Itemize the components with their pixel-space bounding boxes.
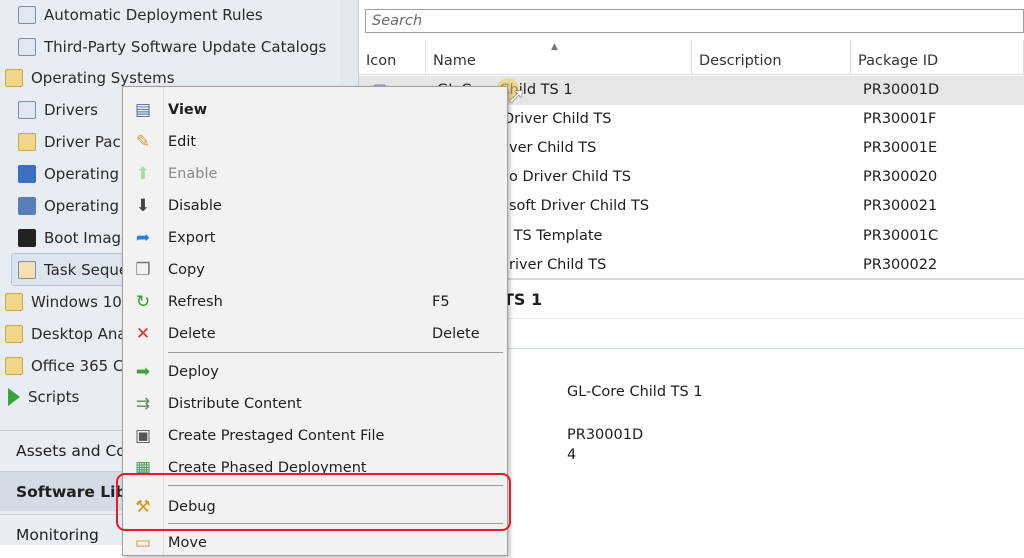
details-value: 4 xyxy=(567,447,577,463)
down-arrow-icon: ⬇ xyxy=(135,196,151,216)
deploy-icon: ➡ xyxy=(135,362,151,382)
search-input[interactable]: Search xyxy=(365,9,1024,33)
view-icon: ▤ xyxy=(134,100,152,120)
tree-item-office-365[interactable]: Office 365 Cl xyxy=(5,352,128,380)
folder-icon xyxy=(5,293,23,311)
tree-item-operating-system-installers[interactable]: Operating S xyxy=(18,192,133,220)
menu-item-edit[interactable]: ✎ Edit xyxy=(123,127,507,157)
tree-item-task-sequences[interactable]: Task Seque xyxy=(18,256,128,284)
menu-item-copy[interactable]: ❐ Copy xyxy=(123,255,507,285)
driver-package-icon xyxy=(18,133,36,151)
tree-item-driver-packages[interactable]: Driver Pack xyxy=(18,128,129,156)
pencil-icon: ✎ xyxy=(135,132,151,152)
copy-icon: ❐ xyxy=(135,260,151,280)
details-name-value: GL-Core Child TS 1 xyxy=(567,384,703,400)
catalog-icon xyxy=(18,38,36,56)
folder-icon xyxy=(5,69,23,87)
menu-item-distribute-content[interactable]: ⇉ Distribute Content xyxy=(123,389,507,419)
prestaged-icon: ▣ xyxy=(134,426,152,446)
menu-separator xyxy=(168,352,503,353)
task-sequence-icon xyxy=(18,261,36,279)
boot-image-icon xyxy=(18,229,36,247)
menu-item-delete[interactable]: ✕ Delete Delete xyxy=(123,319,507,349)
move-icon: ▭ xyxy=(134,533,152,553)
table-header: Icon Name ▲ Description Package ID xyxy=(359,40,1024,75)
menu-item-view[interactable]: ▤ View xyxy=(123,95,507,125)
tree-item-boot-images[interactable]: Boot Image xyxy=(18,224,130,252)
delete-icon: ✕ xyxy=(135,324,151,344)
tree-item-automatic-deployment-rules[interactable]: Automatic Deployment Rules xyxy=(18,1,263,29)
menu-item-deploy[interactable]: ➡ Deploy xyxy=(123,357,507,387)
distribute-icon: ⇉ xyxy=(135,394,151,414)
folder-icon xyxy=(5,325,23,343)
menu-item-enable: ⬆ Enable xyxy=(123,159,507,189)
sort-ascending-icon: ▲ xyxy=(551,42,558,52)
menu-item-disable[interactable]: ⬇ Disable xyxy=(123,191,507,221)
refresh-icon: ↻ xyxy=(135,292,151,312)
tree-item-scripts[interactable]: Scripts xyxy=(8,383,79,411)
column-icon[interactable]: Icon xyxy=(359,40,426,75)
menu-item-create-prestaged-content[interactable]: ▣ Create Prestaged Content File xyxy=(123,421,507,451)
details-package-id-value: PR30001D xyxy=(567,427,644,443)
column-package-id[interactable]: Package ID xyxy=(851,40,1024,75)
os-installer-icon xyxy=(18,197,36,215)
tree-item-third-party-catalogs[interactable]: Third-Party Software Update Catalogs xyxy=(18,33,326,61)
export-icon: ➦ xyxy=(135,228,151,248)
tree-item-operating-system-images[interactable]: Operating S xyxy=(18,160,133,188)
menu-item-move[interactable]: ▭ Move xyxy=(123,528,507,558)
tree-item-windows-10[interactable]: Windows 10 xyxy=(5,288,122,316)
folder-icon xyxy=(5,357,23,375)
mouse-cursor-icon: ➚ xyxy=(507,84,526,109)
os-image-icon xyxy=(18,165,36,183)
scripts-icon xyxy=(8,388,20,406)
tree-item-drivers[interactable]: Drivers xyxy=(18,96,98,124)
details-title: TS 1 xyxy=(503,290,543,309)
menu-item-export[interactable]: ➦ Export xyxy=(123,223,507,253)
menu-item-refresh[interactable]: ↻ Refresh F5 xyxy=(123,287,507,317)
tree-item-desktop-analytics[interactable]: Desktop Ana xyxy=(5,320,127,348)
up-arrow-icon: ⬆ xyxy=(135,164,151,184)
driver-icon xyxy=(18,101,36,119)
debug-highlight-box xyxy=(116,473,511,531)
adr-icon xyxy=(18,6,36,24)
column-name[interactable]: Name xyxy=(426,40,692,75)
column-description[interactable]: Description xyxy=(692,40,851,75)
